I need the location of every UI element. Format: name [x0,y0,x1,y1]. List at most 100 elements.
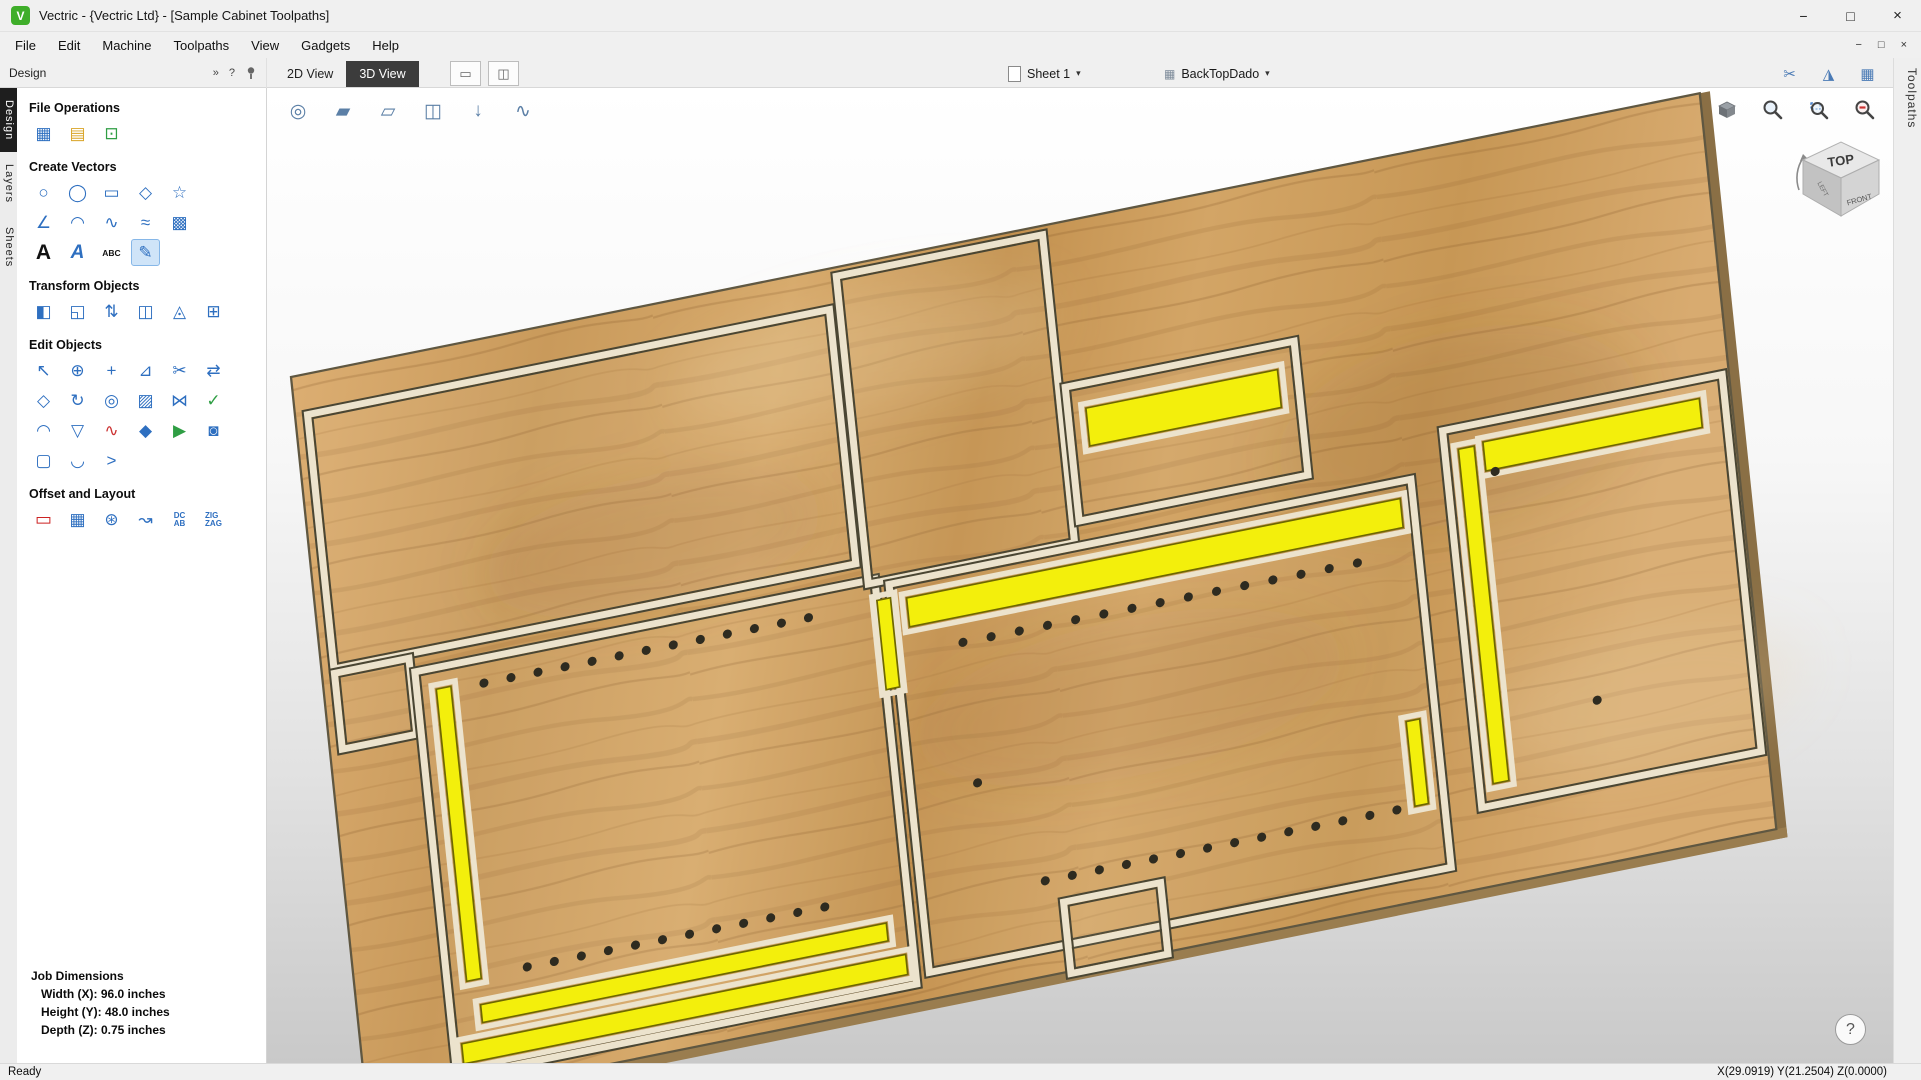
fit-curve-icon[interactable]: ∿ [97,417,126,444]
arc-fit-icon[interactable]: ◡ [63,447,92,474]
orbit-arrow-icon[interactable] [1797,158,1803,190]
toolpath-dropdown[interactable]: ▦ BackTopDado ▾ [1158,61,1276,86]
maximize-button[interactable]: □ [1827,0,1874,31]
dock-tab-layers[interactable]: Layers [0,152,17,215]
interactive-move-icon[interactable]: + [97,357,126,384]
nesting-icon[interactable]: ZIG ZAG [199,506,228,533]
open-curve-icon[interactable]: ◠ [29,417,58,444]
help-icon[interactable]: ? [229,67,235,79]
draw-rectangle-icon[interactable]: ▭ [97,179,126,206]
child-restore-button[interactable]: □ [1878,39,1885,51]
material-block-icon[interactable]: ◫ [418,96,448,126]
menu-view[interactable]: View [240,32,290,58]
menu-toolpaths[interactable]: Toolpaths [163,32,241,58]
array-copy-icon[interactable]: ▦ [63,506,92,533]
node-edit-icon[interactable]: ⊕ [63,357,92,384]
split-view-icon[interactable]: ◫ [488,61,519,86]
preview-toolpaths-icon[interactable]: ◎ [283,96,313,126]
text-on-curve-icon[interactable]: ABC [97,239,126,266]
menu-gadgets[interactable]: Gadgets [290,32,361,58]
xy-measure-icon[interactable]: ⇄ [199,357,228,384]
mirror-objects-icon[interactable]: ◫ [131,298,160,325]
section-transform-objects: Transform Objects◧◱⇅◫◬⊞ [17,279,266,325]
pin-icon[interactable] [245,66,257,80]
hatch-vectors-icon[interactable]: ▨ [131,387,160,414]
wireframe-view-icon[interactable]: ▱ [373,96,403,126]
move-objects-icon[interactable]: ◧ [29,298,58,325]
zoom-box-icon[interactable] [1805,96,1833,124]
smooth-vectors-icon[interactable]: ◙ [199,417,228,444]
snip-vectors-icon[interactable]: ✂ [165,357,194,384]
copy-along-vectors-icon[interactable]: ↝ [131,506,160,533]
dock-tab-design[interactable]: Design [0,88,17,152]
cut-panel [330,653,422,755]
close-button[interactable]: × [1874,0,1921,31]
child-minimize-button[interactable]: − [1855,39,1861,51]
draw-circle-icon[interactable]: ○ [29,179,58,206]
tab-3d-view[interactable]: 3D View [346,61,418,87]
rotate-objects-icon[interactable]: ◬ [165,298,194,325]
section-lines-icon[interactable]: ∿ [508,96,538,126]
draw-star-icon[interactable]: ☆ [165,179,194,206]
toolpath-ruler-icon[interactable]: ◮ [1815,61,1842,86]
minimize-button[interactable]: − [1780,0,1827,31]
single-view-icon[interactable]: ▭ [450,61,481,86]
job-setup-icon[interactable]: ▦ [29,120,58,147]
offset-vectors-icon[interactable]: ◇ [29,387,58,414]
collapse-panel-icon[interactable]: » [213,67,219,79]
open-file-icon[interactable]: ▤ [63,120,92,147]
toolpath-snip-icon[interactable]: ✂ [1776,61,1803,86]
draw-curve-icon[interactable]: ∿ [97,209,126,236]
draw-polygon-icon[interactable]: ◇ [131,179,160,206]
draw-pen-icon[interactable]: ✎ [131,239,160,266]
menu-edit[interactable]: Edit [47,32,91,58]
zoom-toolbar [1713,96,1879,124]
zoom-interactive-icon[interactable] [1759,96,1787,124]
statusbar: Ready X(29.0919) Y(21.2504) Z(0.0000) [0,1063,1921,1080]
import-vectors-icon[interactable]: ⊡ [97,120,126,147]
app-logo-icon: V [11,6,30,25]
draw-freehand-icon[interactable]: ≈ [131,209,160,236]
select-tool-icon[interactable]: ↖ [29,357,58,384]
draw-text-icon[interactable]: A [29,239,58,266]
center-vectors-icon[interactable]: ◎ [97,387,126,414]
rounded-rect-icon[interactable]: ▢ [29,447,58,474]
set-size-icon[interactable]: ◱ [63,298,92,325]
circular-copy-icon[interactable]: ⊛ [97,506,126,533]
menu-file[interactable]: File [4,32,47,58]
join-vectors-icon[interactable]: ▶ [165,417,194,444]
help-button[interactable]: ? [1835,1014,1866,1045]
close-curve-icon[interactable]: ▽ [63,417,92,444]
draw-polyline-icon[interactable]: ∠ [29,209,58,236]
draw-arc-icon[interactable]: ◠ [63,209,92,236]
measure-tool-icon[interactable]: ⊿ [131,357,160,384]
view-cube[interactable]: TOP FRONT LEFT [1789,130,1889,230]
snap-grid-icon[interactable]: ▩ [165,209,194,236]
weld-vectors-icon[interactable]: ⋈ [165,387,194,414]
align-objects-icon[interactable]: ⇅ [97,298,126,325]
plate-production-icon[interactable]: DC AB [165,506,194,533]
child-close-button[interactable]: × [1901,39,1907,51]
rotate-copy-icon[interactable]: ↻ [63,387,92,414]
sheet-dropdown[interactable]: Sheet 1 ▾ [1002,61,1087,86]
toolpath-grid-icon[interactable]: ▦ [1854,61,1881,86]
dock-tab-toolpaths[interactable]: Toolpaths [1894,58,1921,140]
block-copy-icon[interactable]: ⊞ [199,298,228,325]
menu-help[interactable]: Help [361,32,410,58]
validate-vectors-icon[interactable]: ✓ [199,387,228,414]
offset-selected-icon[interactable]: ▭ [29,506,58,533]
tab-2d-view[interactable]: 2D View [274,61,346,87]
fillet-icon[interactable]: ◆ [131,417,160,444]
draw-ellipse-icon[interactable]: ◯ [63,179,92,206]
menu-machine[interactable]: Machine [91,32,162,58]
zoom-out-icon[interactable] [1851,96,1879,124]
dock-tab-sheets[interactable]: Sheets [0,215,17,279]
tool-row: Design » ? 2D View 3D View ▭◫ Sheet 1 ▾ … [0,58,1921,88]
section-create-vectors: Create Vectors○◯▭◇☆∠◠∿≈▩AAABC✎ [17,160,266,266]
solid-view-icon[interactable]: ▰ [328,96,358,126]
extend-vectors-icon[interactable]: > [97,447,126,474]
text-block-icon[interactable]: A [63,239,92,266]
drape-vectors-icon[interactable]: ↓ [463,96,493,126]
solid-toggle-icon[interactable] [1713,96,1741,124]
viewport-3d[interactable]: ◎ ▰ ▱ ◫ ↓ ∿ [267,88,1893,1063]
